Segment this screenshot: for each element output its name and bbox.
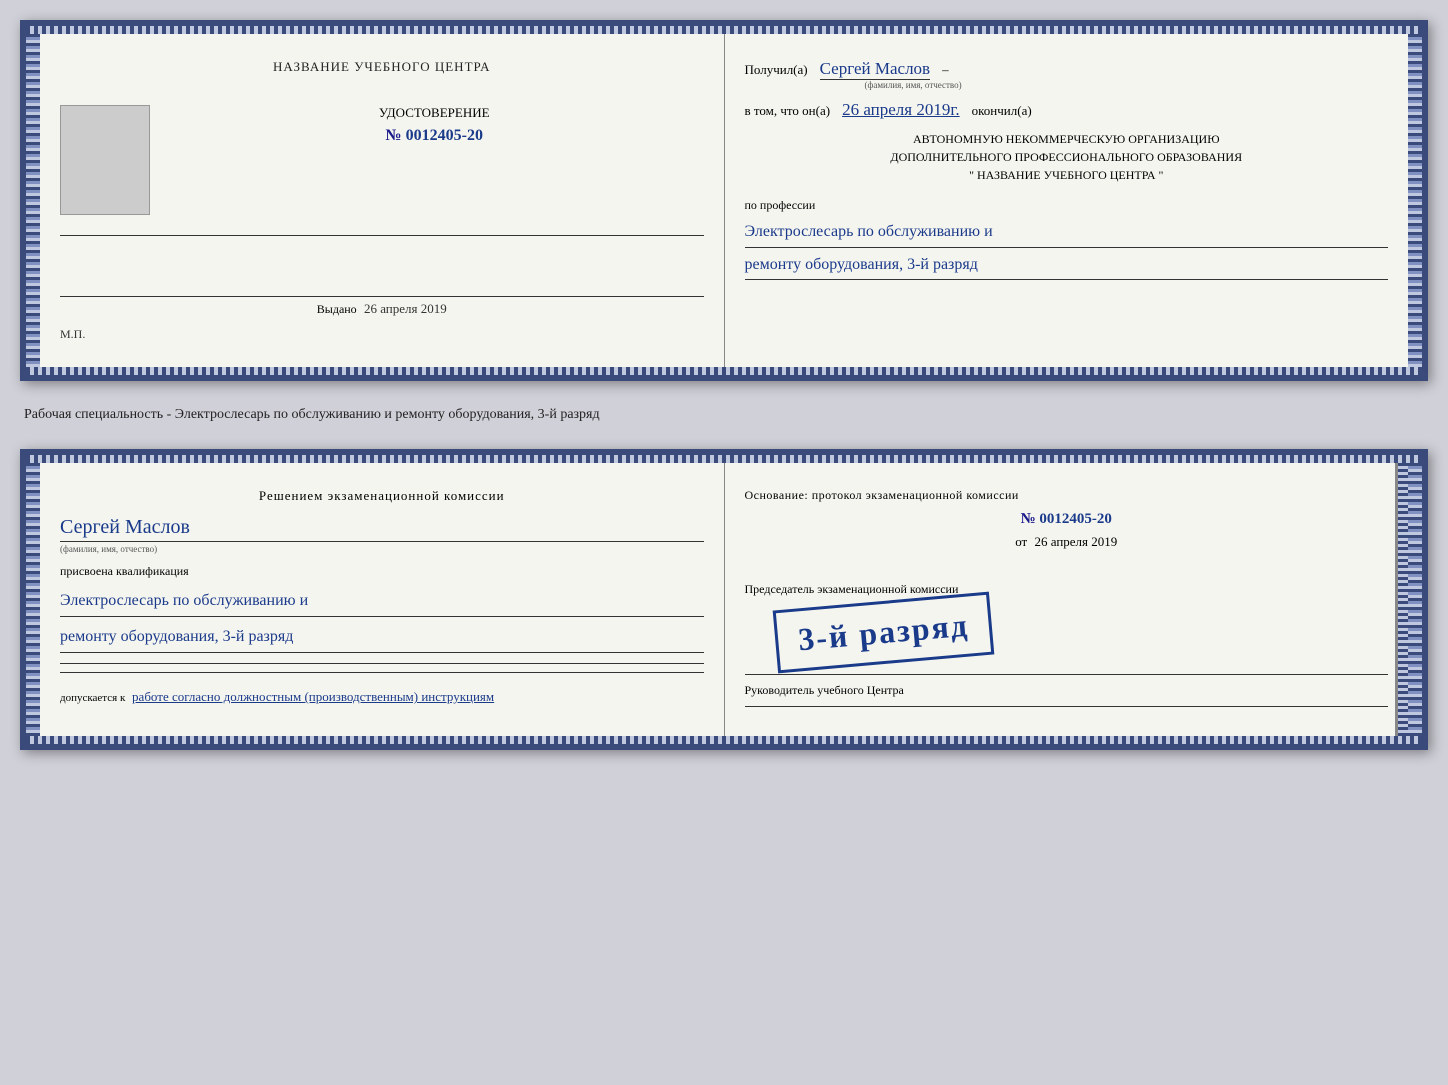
head-sig-line (745, 706, 1389, 707)
left-strip-2 (26, 463, 40, 736)
bottom-deco-2 (26, 736, 1422, 744)
sig-line-2 (60, 672, 704, 673)
booklet-content-1: НАЗВАНИЕ УЧЕБНОГО ЦЕНТРА УДОСТОВЕРЕНИЕ №… (40, 34, 1408, 367)
profession-line1: Электрослесарь по обслуживанию и (745, 219, 1389, 248)
from-date-line: от 26 апреля 2019 (745, 534, 1389, 550)
issued-line: Выдано 26 апреля 2019 (60, 296, 704, 317)
finished-label: окончил(а) (972, 103, 1032, 118)
top-deco-2 (26, 455, 1422, 463)
from-date-value: 26 апреля 2019 (1034, 534, 1117, 549)
head-label: Руководитель учебного Центра (745, 683, 904, 697)
stamp-box: 3-й разряд (772, 592, 994, 674)
profession-label: по профессии (745, 198, 1389, 213)
in-that-label: в том, что он(а) (745, 103, 831, 118)
protocol-number: № 0012405-20 (745, 511, 1389, 528)
qualification-line1: Электрослесарь по обслуживанию и (60, 587, 704, 617)
chairman-label: Председатель экзаменационной комиссии (745, 582, 959, 596)
stamp-text: 3-й разряд (796, 607, 970, 659)
from-label: от (1015, 534, 1027, 549)
cert-number: № 0012405-20 (165, 127, 704, 145)
first-booklet-right: Получил(а) Сергей Маслов – (фамилия, имя… (725, 34, 1409, 367)
issued-date: 26 апреля 2019 (364, 301, 447, 316)
booklet-content-2: Решением экзаменационной комиссии Сергей… (40, 463, 1408, 736)
chairman-sig-line (745, 674, 1389, 675)
number-prefix: № (386, 127, 402, 144)
received-block: Получил(а) Сергей Маслов – (фамилия, имя… (745, 59, 1389, 90)
booklet-inner-2: Решением экзаменационной комиссии Сергей… (26, 463, 1422, 736)
second-booklet: Решением экзаменационной комиссии Сергей… (20, 449, 1428, 750)
recipient-name: Сергей Маслов (820, 59, 930, 80)
inner-right-strip2 (1395, 463, 1398, 736)
top-deco-1 (26, 26, 1422, 34)
admits-block: допускается к работе согласно должностны… (60, 689, 704, 705)
first-booklet: НАЗВАНИЕ УЧЕБНОГО ЦЕНТРА УДОСТОВЕРЕНИЕ №… (20, 20, 1428, 381)
solution-name: Сергей Маслов (60, 516, 704, 539)
second-booklet-right: Основание: протокол экзаменационной коми… (725, 463, 1409, 736)
center-title: НАЗВАНИЕ УЧЕБНОГО ЦЕНТРА (60, 59, 704, 75)
completed-date: 26 апреля 2019г. (842, 100, 960, 119)
head-text: Руководитель учебного Центра (745, 683, 1389, 698)
left-strip-1 (26, 34, 40, 367)
basis-text: Основание: протокол экзаменационной коми… (745, 488, 1389, 503)
qualification-line2: ремонту оборудования, 3-й разряд (60, 623, 704, 653)
between-text: Рабочая специальность - Электрослесарь п… (20, 399, 1428, 431)
name-field-label-1: (фамилия, имя, отчество) (865, 80, 1389, 90)
stamp-container: Председатель экзаменационной комиссии 3-… (745, 566, 1389, 664)
intro-block: в том, что он(а) 26 апреля 2019г. окончи… (745, 100, 1389, 120)
assigned-label: присвоена квалификация (60, 564, 704, 579)
udost-label: УДОСТОВЕРЕНИЕ (165, 105, 704, 121)
issued-label: Выдано (317, 302, 357, 316)
decision-title: Решением экзаменационной комиссии (60, 488, 704, 504)
inner-right-strip (1398, 463, 1408, 736)
stamp-wrapper: Председатель экзаменационной комиссии 3-… (745, 566, 992, 664)
org-line2: ДОПОЛНИТЕЛЬНОГО ПРОФЕССИОНАЛЬНОГО ОБРАЗО… (745, 148, 1389, 166)
mp-label: М.П. (60, 327, 704, 342)
received-label: Получил(а) (745, 62, 808, 77)
right-strip-1 (1408, 34, 1422, 367)
first-booklet-left: НАЗВАНИЕ УЧЕБНОГО ЦЕНТРА УДОСТОВЕРЕНИЕ №… (40, 34, 725, 367)
photo-placeholder (60, 105, 150, 215)
admits-label: допускается к (60, 692, 125, 704)
dash: – (942, 62, 949, 77)
org-line1: АВТОНОМНУЮ НЕКОММЕРЧЕСКУЮ ОРГАНИЗАЦИЮ (745, 130, 1389, 148)
page-container: НАЗВАНИЕ УЧЕБНОГО ЦЕНТРА УДОСТОВЕРЕНИЕ №… (20, 20, 1428, 750)
bottom-deco-1 (26, 367, 1422, 375)
second-booklet-left: Решением экзаменационной комиссии Сергей… (40, 463, 725, 736)
admits-value: работе согласно должностным (производств… (132, 689, 494, 704)
booklet-inner-1: НАЗВАНИЕ УЧЕБНОГО ЦЕНТРА УДОСТОВЕРЕНИЕ №… (26, 34, 1422, 367)
profession-line2: ремонту оборудования, 3-й разряд (745, 252, 1389, 281)
protocol-number-value: 0012405-20 (1039, 511, 1112, 527)
solution-field-label: (фамилия, имя, отчество) (60, 541, 704, 554)
right-strip-2 (1408, 463, 1422, 736)
solution-name-block: Сергей Маслов (фамилия, имя, отчество) (60, 516, 704, 554)
org-line3: " НАЗВАНИЕ УЧЕБНОГО ЦЕНТРА " (745, 166, 1389, 184)
cert-number-value: 0012405-20 (406, 127, 483, 144)
protocol-prefix: № (1021, 511, 1036, 527)
sig-line-1 (60, 663, 704, 664)
org-block: АВТОНОМНУЮ НЕКОММЕРЧЕСКУЮ ОРГАНИЗАЦИЮ ДО… (745, 130, 1389, 184)
